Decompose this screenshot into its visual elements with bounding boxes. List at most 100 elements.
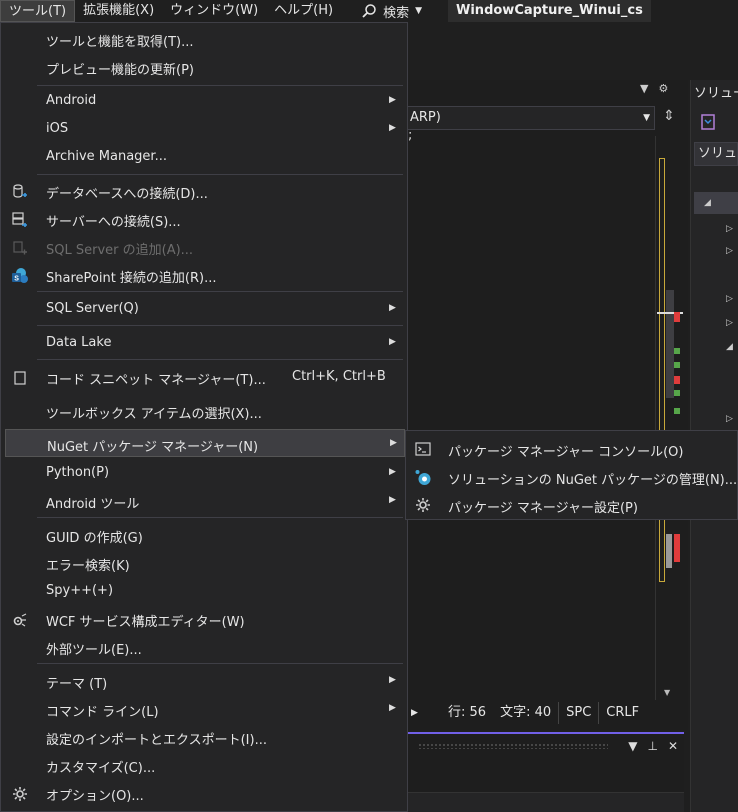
solution-explorer-title: ソリュー <box>694 86 738 101</box>
menu-item-sql-server[interactable]: SQL Server(Q) ▶ <box>5 295 405 323</box>
close-icon[interactable]: ✕ <box>668 739 678 753</box>
scroll-mark <box>674 348 680 354</box>
menu-tools[interactable]: ツール(T) <box>0 0 76 22</box>
submenu-arrow-icon: ▶ <box>389 337 396 347</box>
tree-item-selected[interactable] <box>694 192 738 214</box>
editor-status-bar: ▶ 行: 56 文字: 40 SPC CRLF <box>405 702 685 724</box>
menu-item-toolbox-items[interactable]: ツールボックス アイテムの選択(X)... <box>5 397 405 425</box>
split-editor-icon[interactable]: ⇕ <box>660 108 678 130</box>
tree-expander-icon[interactable]: ▷ <box>726 224 733 234</box>
menu-item-label: NuGet パッケージ マネージャー(N) <box>47 440 259 455</box>
menu-item-label: コマンド ライン(L) <box>46 705 159 720</box>
scroll-mark <box>666 534 672 568</box>
menu-item-label: GUID の作成(G) <box>46 531 143 546</box>
tree-expander-icon[interactable]: ▷ <box>726 414 733 424</box>
menu-item-create-guid[interactable]: GUID の作成(G) <box>5 521 405 549</box>
solution-explorer-toolbar <box>694 108 738 136</box>
menu-item-label: WCF サービス構成エディター(W) <box>46 615 245 630</box>
tree-expander-icon[interactable]: ◢ <box>704 198 711 208</box>
menu-item-label: Data Lake <box>46 335 112 350</box>
pin-icon[interactable]: ⊥ <box>647 739 657 753</box>
menu-item-label: コード スニペット マネージャー(T)... <box>46 373 266 388</box>
submenu-arrow-icon: ▶ <box>389 95 396 105</box>
line-ending[interactable]: CRLF <box>598 702 646 724</box>
menu-item-python[interactable]: Python(P) ▶ <box>5 459 405 487</box>
tree-expander-icon[interactable]: ▷ <box>726 294 733 304</box>
menu-item-theme[interactable]: テーマ (T) ▶ <box>5 667 405 695</box>
submenu-arrow-icon: ▶ <box>389 123 396 133</box>
nuget-submenu: パッケージ マネージャー コンソール(O) ソリューションの NuGet パッケ… <box>405 430 738 520</box>
menu-item-import-export-settings[interactable]: 設定のインポートとエクスポート(I)... <box>5 723 405 751</box>
solution-explorer-search[interactable]: ソリュー <box>694 142 738 166</box>
menu-help[interactable]: ヘルプ(H) <box>266 0 341 22</box>
console-icon <box>415 442 431 456</box>
tree-expander-icon[interactable]: ▷ <box>726 318 733 328</box>
drag-handle[interactable] <box>418 743 609 749</box>
menu-item-android-tools[interactable]: Android ツール ▶ <box>5 487 405 515</box>
menu-item-label: データベースへの接続(D)... <box>46 187 208 202</box>
submenu-arrow-icon: ▶ <box>389 467 396 477</box>
menu-item-android[interactable]: Android ▶ <box>5 87 405 115</box>
menu-item-command-line[interactable]: コマンド ライン(L) ▶ <box>5 695 405 723</box>
menu-window[interactable]: ウィンドウ(W) <box>162 0 266 22</box>
menu-item-shortcut: Ctrl+K, Ctrl+B <box>292 369 386 384</box>
menu-item-archive-manager[interactable]: Archive Manager... <box>5 143 405 171</box>
submenu-arrow-icon: ▶ <box>389 703 396 713</box>
tree-expander-icon[interactable]: ◢ <box>726 342 733 352</box>
menu-item-preview-features[interactable]: プレビュー機能の更新(P) <box>5 53 405 81</box>
menu-item-error-lookup[interactable]: エラー検索(K) <box>5 549 405 577</box>
sql-server-add-icon <box>13 241 27 255</box>
whitespace-mode[interactable]: SPC <box>558 702 598 724</box>
member-combo[interactable]: ARP) ▼ <box>405 106 655 130</box>
menu-item-label: カスタマイズ(C)... <box>46 761 156 776</box>
chevron-right-icon[interactable]: ▶ <box>411 708 441 718</box>
tree-expander-icon[interactable]: ▷ <box>726 246 733 256</box>
menu-item-manage-nuget-packages[interactable]: ソリューションの NuGet パッケージの管理(N)... <box>406 463 737 491</box>
menu-item-package-manager-settings[interactable]: パッケージ マネージャー設定(P) <box>406 491 737 519</box>
menu-separator <box>37 517 403 518</box>
menu-item-label: SQL Server の追加(A)... <box>46 243 194 258</box>
menu-item-label: iOS <box>46 121 69 136</box>
submenu-arrow-icon: ▶ <box>389 303 396 313</box>
scroll-thumb[interactable] <box>666 290 674 398</box>
menu-item-external-tools[interactable]: 外部ツール(E)... <box>5 633 405 661</box>
chevron-down-icon[interactable]: ▼ <box>628 739 637 753</box>
menu-item-options[interactable]: オプション(O)... <box>5 779 405 807</box>
menu-bar: ツール(T) 拡張機能(X) ウィンドウ(W) ヘルプ(H) 検索 ▼ Wind… <box>0 0 738 22</box>
chevron-down-icon: ▼ <box>415 6 423 16</box>
menu-item-nuget-package-manager[interactable]: NuGet パッケージ マネージャー(N) ▶ <box>5 429 405 457</box>
menu-item-package-manager-console[interactable]: パッケージ マネージャー コンソール(O) <box>406 435 737 463</box>
gear-icon[interactable]: ⚙ <box>658 82 668 95</box>
chevron-down-icon[interactable]: ▼ <box>640 82 648 95</box>
output-pane-strip <box>408 792 684 812</box>
menu-item-wcf-editor[interactable]: WCF サービス構成エディター(W) <box>5 605 405 633</box>
menu-item-connect-server[interactable]: サーバーへの接続(S)... <box>5 205 405 233</box>
window-title: WindowCapture_Winui_cs <box>448 0 651 22</box>
search-box[interactable]: 検索 ▼ <box>361 0 422 22</box>
menu-item-add-sharepoint[interactable]: S SharePoint 接続の追加(R)... <box>5 261 405 289</box>
solution-icon[interactable] <box>698 112 718 132</box>
scroll-down-icon[interactable]: ▼ <box>664 688 670 697</box>
menu-item-spy[interactable]: Spy++(+) <box>5 577 405 605</box>
menu-item-get-tools[interactable]: ツールと機能を取得(T)... <box>5 25 405 53</box>
menu-item-connect-database[interactable]: データベースへの接続(D)... <box>5 177 405 205</box>
column-number: 文字: 40 <box>500 705 552 720</box>
menu-extensions[interactable]: 拡張機能(X) <box>75 0 162 22</box>
menu-item-label: ソリューションの NuGet パッケージの管理(N)... <box>448 473 738 488</box>
menu-item-code-snippet-manager[interactable]: コード スニペット マネージャー(T)... Ctrl+K, Ctrl+B <box>5 363 405 391</box>
nuget-icon <box>415 470 431 485</box>
line-number: 行: 56 <box>448 705 487 720</box>
menu-item-add-sql-server: SQL Server の追加(A)... <box>5 233 405 261</box>
menu-item-label: エラー検索(K) <box>46 559 130 574</box>
scroll-mark <box>674 534 680 562</box>
menu-item-ios[interactable]: iOS ▶ <box>5 115 405 143</box>
menu-item-label: Python(P) <box>46 465 110 480</box>
menu-separator <box>37 174 403 175</box>
menu-item-customize[interactable]: カスタマイズ(C)... <box>5 751 405 779</box>
menu-item-label: テーマ (T) <box>46 677 108 692</box>
submenu-arrow-icon: ▶ <box>390 438 397 448</box>
database-connect-icon <box>13 184 27 198</box>
menu-separator <box>37 325 403 326</box>
menu-item-data-lake[interactable]: Data Lake ▶ <box>5 329 405 357</box>
search-icon <box>362 4 376 18</box>
